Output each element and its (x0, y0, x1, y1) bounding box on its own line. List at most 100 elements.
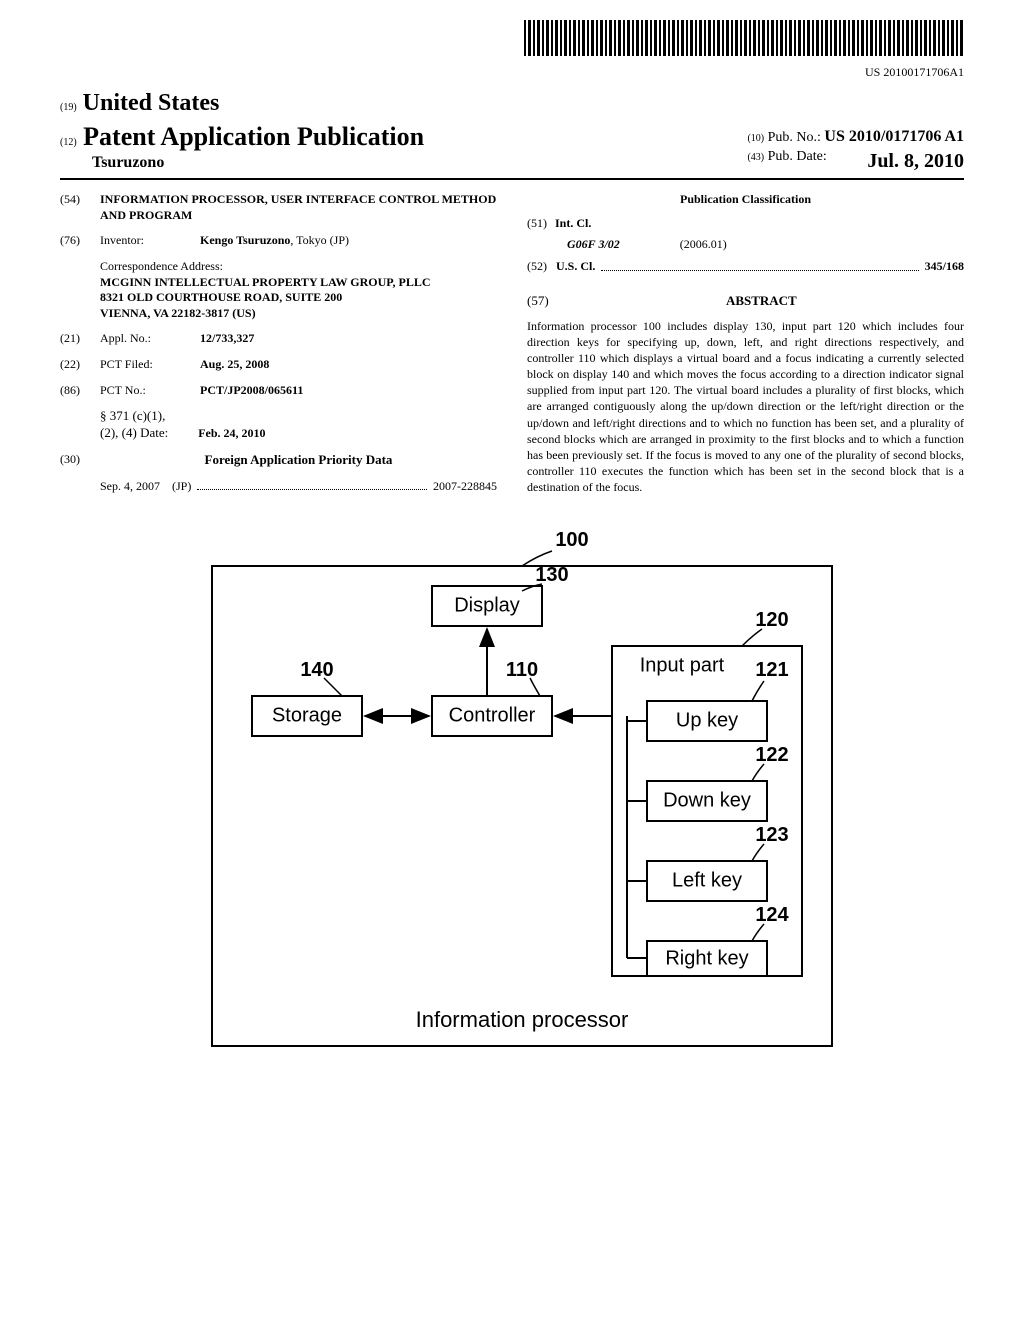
pct-no-value: PCT/JP2008/065611 (200, 383, 303, 399)
appl-no-value: 12/733,327 (200, 331, 254, 347)
abstract-header: ABSTRACT (559, 293, 964, 310)
corr-name: MCGINN INTELLECTUAL PROPERTY LAW GROUP, … (100, 275, 497, 291)
correspondence-address: Correspondence Address: MCGINN INTELLECT… (100, 259, 497, 321)
foreign-number: 2007-228845 (433, 479, 497, 495)
intcl-value-row: G06F 3/02 (2006.01) (527, 237, 964, 253)
fig-caption: Information processor (416, 1006, 629, 1031)
foreign-code: (30) (60, 452, 90, 469)
dotted-leader (197, 475, 427, 491)
s371-label2: (2), (4) Date: (100, 425, 168, 442)
s371-label1: § 371 (c)(1), (100, 408, 168, 425)
fig-storage: Storage (272, 704, 342, 726)
right-column: Publication Classification (51) Int. Cl.… (527, 192, 964, 495)
uscl-dotted (601, 255, 918, 271)
ref-130: 130 (535, 564, 568, 586)
uscl-left: (52) U.S. Cl. (527, 259, 595, 275)
pct-filed-label: PCT Filed: (100, 357, 190, 373)
foreign-priority-header-row: (30) Foreign Application Priority Data (60, 452, 497, 469)
authors: Tsuruzono (92, 153, 424, 174)
abstract-text: Information processor 100 includes displ… (527, 318, 964, 496)
inventor-label: Inventor: (100, 233, 190, 249)
barcode-area (60, 20, 964, 61)
inventor-name: Kengo Tsuruzono (200, 233, 290, 247)
inventor-location: , Tokyo (JP) (290, 233, 349, 247)
pub-no-inid: (10) (747, 133, 764, 144)
ref-110: 110 (506, 659, 538, 681)
corr-label: Correspondence Address: (100, 259, 497, 275)
uscl-code: (52) (527, 259, 547, 273)
header-right: (10) Pub. No.: US 2010/0171706 A1 (43) P… (747, 127, 964, 174)
fig-display: Display (454, 594, 520, 616)
pct-filed-value: Aug. 25, 2008 (200, 357, 269, 373)
ref-122: 122 (755, 744, 788, 766)
document-header: (19) United States (12) Patent Applicati… (60, 88, 964, 180)
abstract-code: (57) (527, 293, 549, 318)
pct-no-code: (86) (60, 383, 90, 399)
figure-svg: Information processor 100 Display 130 Co… (152, 526, 872, 1066)
country-name: United States (83, 90, 220, 116)
header-left: (19) United States (12) Patent Applicati… (60, 88, 424, 174)
foreign-country: (JP) (172, 479, 191, 495)
pct-filed-code: (22) (60, 357, 90, 373)
pub-type-inid: (12) (60, 137, 77, 148)
pct-no-field: (86) PCT No.: PCT/JP2008/065611 (60, 383, 497, 399)
fig-input-part: Input part (640, 654, 725, 676)
inventor-value: Kengo Tsuruzono, Tokyo (JP) (200, 233, 349, 249)
s371-labels: § 371 (c)(1), (2), (4) Date: (100, 408, 168, 442)
country-line: (19) United States (60, 88, 424, 119)
intcl-class: G06F 3/02 (567, 237, 620, 253)
fig-left-key: Left key (672, 869, 742, 891)
title-field: (54) INFORMATION PROCESSOR, USER INTERFA… (60, 192, 497, 223)
intcl-row: (51) Int. Cl. (527, 216, 964, 232)
uscl-row: (52) U.S. Cl. 345/168 (527, 259, 964, 275)
pub-date-label: Pub. Date: (768, 149, 827, 164)
bibliographic-data: (54) INFORMATION PROCESSOR, USER INTERFA… (60, 192, 964, 495)
figure-1: Information processor 100 Display 130 Co… (60, 526, 964, 1071)
pct-no-label: PCT No.: (100, 383, 190, 399)
left-column: (54) INFORMATION PROCESSOR, USER INTERFA… (60, 192, 497, 495)
appl-no-code: (21) (60, 331, 90, 347)
corr-addr2: VIENNA, VA 22182-3817 (US) (100, 306, 497, 322)
fig-controller: Controller (449, 704, 536, 726)
intcl-label: Int. Cl. (555, 216, 591, 232)
pub-no-value: US 2010/0171706 A1 (824, 128, 964, 145)
fig-down-key: Down key (663, 789, 751, 811)
classification-block: (51) Int. Cl. G06F 3/02 (2006.01) (52) U… (527, 216, 964, 275)
country-inid: (19) (60, 102, 77, 113)
title-code: (54) (60, 192, 90, 223)
barcode-number: US 20100171706A1 (60, 65, 964, 81)
intcl-code: (51) (527, 216, 547, 232)
fig-right-key: Right key (665, 947, 748, 969)
classification-header: Publication Classification (527, 192, 964, 208)
appl-no-label: Appl. No.: (100, 331, 190, 347)
appl-no-field: (21) Appl. No.: 12/733,327 (60, 331, 497, 347)
inventor-code: (76) (60, 233, 90, 249)
pub-date-inid: (43) (747, 152, 764, 163)
foreign-header: Foreign Application Priority Data (100, 452, 497, 469)
ref-121: 121 (755, 659, 788, 681)
barcode-graphic (524, 20, 964, 56)
fig-up-key: Up key (676, 709, 738, 731)
foreign-priority-row: Sep. 4, 2007 (JP) 2007-228845 (100, 479, 497, 495)
pub-date-line: (43) Pub. Date: Jul. 8, 2010 (747, 148, 964, 174)
s371-date: Feb. 24, 2010 (198, 426, 265, 442)
s371-field: § 371 (c)(1), (2), (4) Date: Feb. 24, 20… (100, 408, 497, 442)
ref-140: 140 (300, 659, 333, 681)
intcl-date: (2006.01) (680, 237, 727, 253)
ref-124: 124 (755, 904, 789, 926)
ref-100: 100 (555, 529, 588, 551)
inventor-field: (76) Inventor: Kengo Tsuruzono, Tokyo (J… (60, 233, 497, 249)
corr-addr1: 8321 OLD COURTHOUSE ROAD, SUITE 200 (100, 290, 497, 306)
pub-no-label: Pub. No.: (768, 130, 821, 145)
uscl-class: 345/168 (925, 259, 964, 275)
pub-no-line: (10) Pub. No.: US 2010/0171706 A1 (747, 127, 964, 148)
pub-type-text: Patent Application Publication (83, 122, 424, 151)
foreign-date: Sep. 4, 2007 (100, 479, 160, 495)
pub-date-value: Jul. 8, 2010 (867, 148, 964, 174)
invention-title: INFORMATION PROCESSOR, USER INTERFACE CO… (100, 192, 497, 223)
abstract-header-row: (57) ABSTRACT (527, 293, 964, 318)
pct-filed-field: (22) PCT Filed: Aug. 25, 2008 (60, 357, 497, 373)
ref-123: 123 (755, 824, 788, 846)
pub-type-line: (12) Patent Application Publication (60, 120, 424, 154)
uscl-label: U.S. Cl. (556, 259, 595, 273)
